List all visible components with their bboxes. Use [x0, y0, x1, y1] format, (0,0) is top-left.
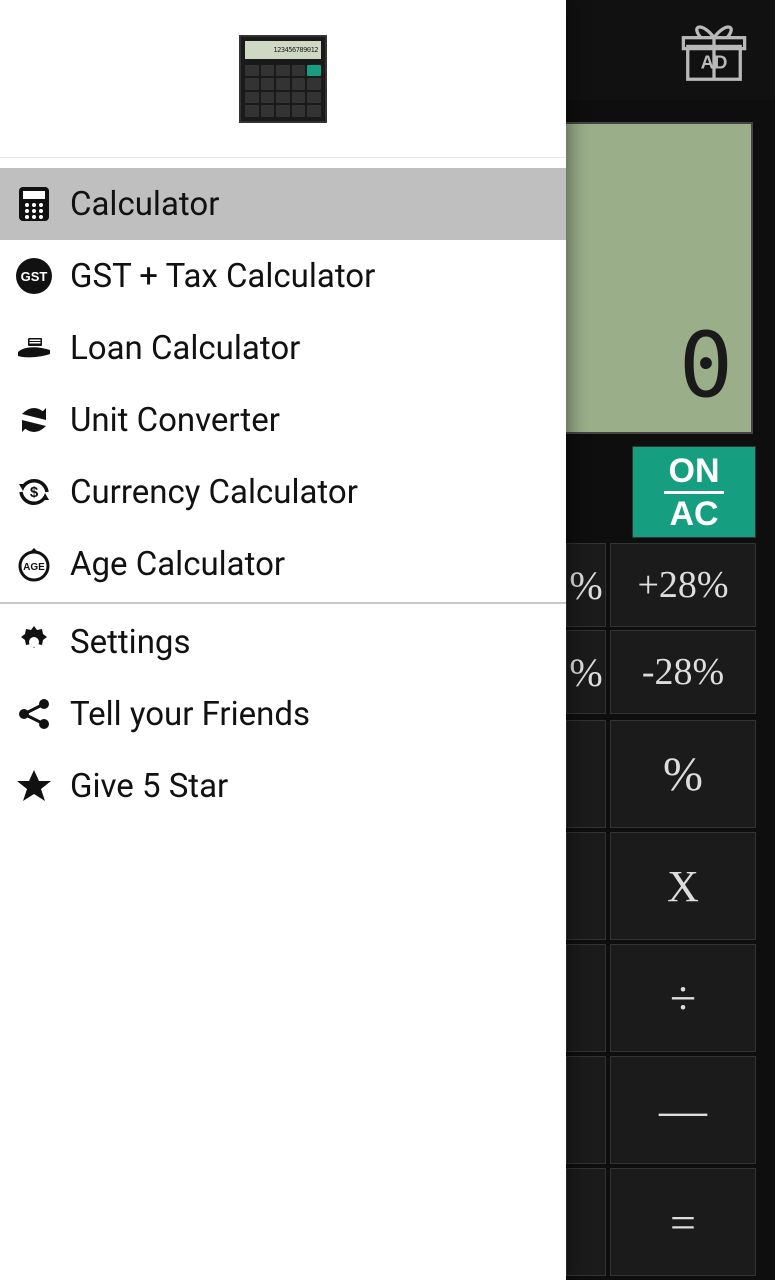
- drawer-menu: Calculator GST GST + Tax Calculator Loan…: [0, 158, 566, 822]
- on-label: ON: [669, 454, 720, 488]
- logo-lcd: 123456789012: [245, 41, 321, 59]
- button-label: %: [569, 649, 602, 696]
- calculator-icon: [12, 182, 56, 226]
- gear-icon: [12, 620, 56, 664]
- on-ac-button[interactable]: ON AC: [632, 446, 756, 538]
- equals-button[interactable]: =: [610, 1168, 756, 1276]
- button-partial[interactable]: [566, 944, 606, 1052]
- plus-28-percent-button[interactable]: +28%: [610, 543, 756, 627]
- divide-button[interactable]: ÷: [610, 944, 756, 1052]
- ad-label: AD: [701, 51, 728, 72]
- menu-divider: [0, 602, 566, 604]
- menu-item-gst-tax[interactable]: GST GST + Tax Calculator: [0, 240, 566, 312]
- multiply-button[interactable]: X: [610, 832, 756, 940]
- menu-item-age[interactable]: AGE Age Calculator: [0, 528, 566, 600]
- menu-item-loan[interactable]: Loan Calculator: [0, 312, 566, 384]
- button-label: =: [670, 1196, 696, 1249]
- menu-item-unit-converter[interactable]: Unit Converter: [0, 384, 566, 456]
- navigation-drawer: 123456789012 Calculator GST: [0, 0, 566, 1280]
- button-label: -28%: [642, 650, 724, 694]
- menu-item-label: Give 5 Star: [70, 767, 228, 806]
- plus-18-percent-button-partial[interactable]: %: [566, 543, 606, 627]
- share-icon: [12, 692, 56, 736]
- menu-item-label: Settings: [70, 623, 191, 662]
- menu-item-label: GST + Tax Calculator: [70, 257, 375, 296]
- menu-item-rate[interactable]: Give 5 Star: [0, 750, 566, 822]
- minus-button[interactable]: —: [610, 1056, 756, 1164]
- button-partial[interactable]: [566, 720, 606, 828]
- svg-text:$: $: [30, 484, 39, 501]
- menu-item-label: Unit Converter: [70, 401, 280, 440]
- menu-item-currency[interactable]: $ Currency Calculator: [0, 456, 566, 528]
- button-label: +28%: [637, 563, 728, 607]
- ad-gift-icon[interactable]: AD: [679, 18, 749, 88]
- svg-text:GST: GST: [21, 269, 48, 284]
- fraction-line: [664, 491, 724, 494]
- loan-hand-icon: [12, 326, 56, 370]
- minus-28-percent-button[interactable]: -28%: [610, 630, 756, 714]
- menu-item-label: Calculator: [70, 185, 219, 224]
- convert-arrows-icon: [12, 398, 56, 442]
- menu-item-label: Currency Calculator: [70, 473, 358, 512]
- gst-badge-icon: GST: [12, 254, 56, 298]
- menu-item-settings[interactable]: Settings: [0, 606, 566, 678]
- menu-item-label: Tell your Friends: [70, 695, 310, 734]
- button-partial[interactable]: [566, 832, 606, 940]
- button-partial[interactable]: [566, 1168, 606, 1276]
- svg-text:AGE: AGE: [23, 562, 45, 573]
- button-label: X: [667, 861, 699, 912]
- menu-item-label: Loan Calculator: [70, 329, 300, 368]
- button-label: ÷: [670, 971, 696, 1026]
- age-clock-icon: AGE: [12, 542, 56, 586]
- star-icon: [12, 764, 56, 808]
- menu-item-share[interactable]: Tell your Friends: [0, 678, 566, 750]
- currency-refresh-icon: $: [12, 470, 56, 514]
- button-label: %: [569, 562, 602, 609]
- percent-button[interactable]: %: [610, 720, 756, 828]
- ac-label: AC: [669, 497, 718, 531]
- button-partial[interactable]: [566, 1056, 606, 1164]
- menu-item-label: Age Calculator: [70, 545, 285, 584]
- display-value: 0: [679, 313, 731, 418]
- drawer-header: 123456789012: [0, 0, 566, 158]
- button-label: %: [663, 747, 703, 802]
- minus-18-percent-button-partial[interactable]: %: [566, 630, 606, 714]
- button-label: —: [659, 1083, 707, 1138]
- menu-item-calculator[interactable]: Calculator: [0, 168, 566, 240]
- calculator-logo-icon: 123456789012: [239, 35, 327, 123]
